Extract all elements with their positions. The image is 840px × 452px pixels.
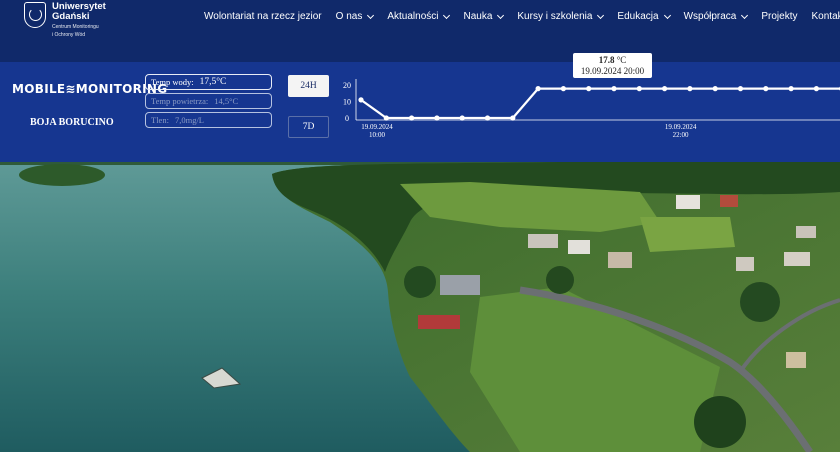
x-tick-date: 19.09.2024 xyxy=(665,123,697,131)
tooltip-value: 17.8 xyxy=(598,55,615,65)
tooltip-time: 19.09.2024 20:00 xyxy=(580,66,645,76)
data-point xyxy=(560,86,567,92)
data-point xyxy=(484,115,491,121)
data-point xyxy=(712,86,718,92)
x-tick-time: 22:00 xyxy=(673,131,689,139)
x-tick-time: 10:00 xyxy=(369,131,385,139)
chart-tooltip: 17.8 °C 19.09.2024 20:00 xyxy=(573,53,652,78)
data-point xyxy=(535,86,541,92)
data-point xyxy=(510,115,516,121)
aerial-image xyxy=(0,162,840,452)
x-tick-date: 19.09.2024 xyxy=(361,123,393,131)
data-point xyxy=(383,115,389,121)
data-point xyxy=(813,86,820,92)
data-point xyxy=(737,86,744,92)
data-point xyxy=(409,115,415,121)
data-point xyxy=(434,115,440,121)
data-point xyxy=(636,86,642,92)
tooltip-unit: °C xyxy=(616,55,627,65)
tooltip-value-line: 17.8 °C xyxy=(573,54,652,66)
data-point xyxy=(459,115,465,121)
data-point xyxy=(687,86,693,92)
water-temp-chart[interactable]: 2010019.09.202410:0019.09.202422:00 xyxy=(0,0,840,162)
y-tick-label: 20 xyxy=(343,81,351,90)
data-point xyxy=(662,86,668,92)
series-line xyxy=(360,87,840,120)
data-point xyxy=(358,97,364,103)
data-point xyxy=(788,86,794,92)
y-tick-label: 0 xyxy=(345,114,349,123)
data-point xyxy=(763,86,769,92)
lake-aerial-photo xyxy=(0,162,840,452)
data-point xyxy=(611,86,617,92)
y-tick-label: 10 xyxy=(343,98,351,107)
data-point xyxy=(586,86,592,92)
